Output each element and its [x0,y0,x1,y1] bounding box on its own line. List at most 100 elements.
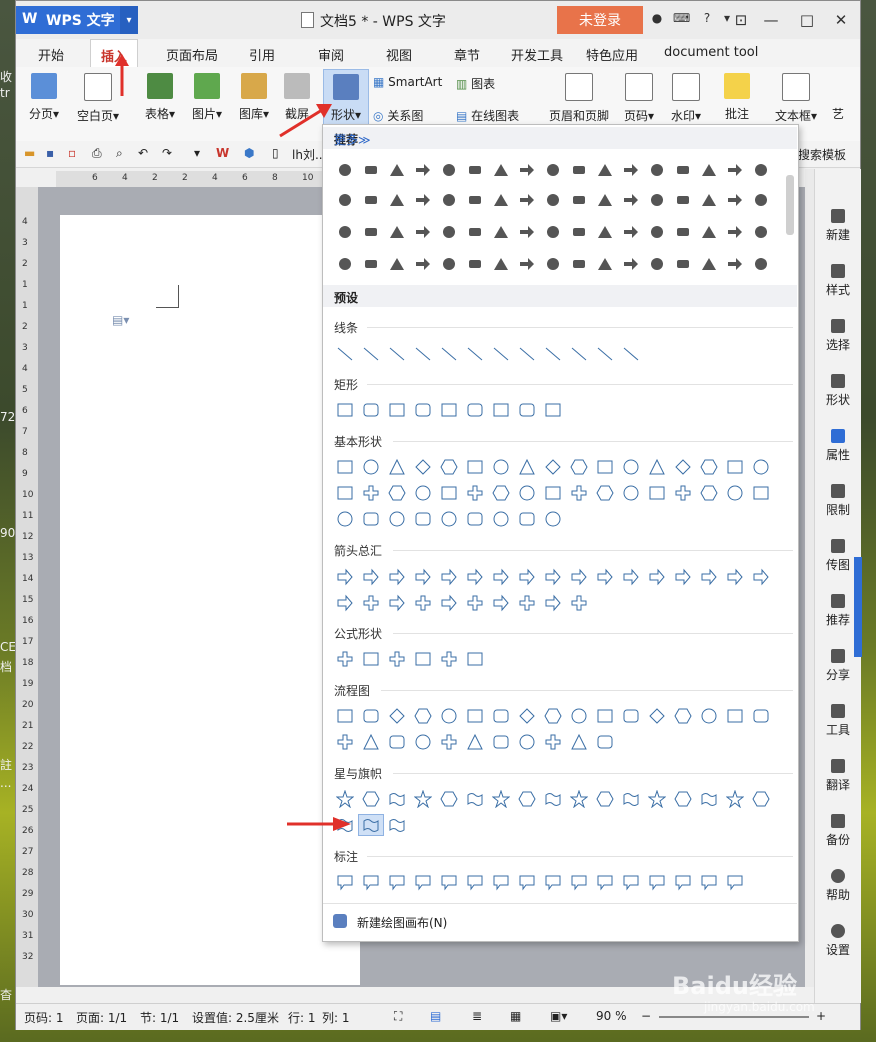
table-button[interactable]: 表格▾ [140,73,180,122]
shape-tri-icon[interactable] [566,731,592,753]
shape-rect-icon[interactable] [332,456,358,478]
shape-fillrect-icon[interactable] [358,159,384,181]
shape-fillarrow-icon[interactable] [722,253,748,275]
shape-circle-icon[interactable] [488,508,514,530]
shape-hex-icon[interactable] [670,705,696,727]
shape-arrow-icon[interactable] [384,592,410,614]
shape-circle-icon[interactable] [410,482,436,504]
shape-dia-icon[interactable] [384,705,410,727]
rp-translate[interactable]: 翻译 [815,759,861,793]
shape-rrect-icon[interactable] [358,508,384,530]
shape-rect-icon[interactable] [410,648,436,670]
redo-icon[interactable]: ↷ [162,146,172,160]
shape-rect-icon[interactable] [462,456,488,478]
search-template-link[interactable]: 搜索模板 [798,146,846,163]
shape-wave-icon[interactable] [696,788,722,810]
shape-tri-icon[interactable] [462,731,488,753]
shape-filltri-icon[interactable] [488,221,514,243]
tab-view[interactable]: 视图 [386,45,412,64]
shape-fill-icon[interactable] [748,159,774,181]
shape-plus-icon[interactable] [462,592,488,614]
shape-fill-icon[interactable] [644,189,670,211]
page-view-icon[interactable]: ▤ [430,1009,441,1023]
shape-circle-icon[interactable] [436,705,462,727]
shape-line-icon[interactable] [566,343,592,365]
shape-arrow-icon[interactable] [436,592,462,614]
shape-hex-icon[interactable] [410,705,436,727]
shape-fillarrow-icon[interactable] [514,159,540,181]
restore-ribbon-icon[interactable]: ⊡ [726,7,756,33]
rp-select[interactable]: 选择 [815,319,861,353]
shape-hex-icon[interactable] [592,788,618,810]
shape-line-icon[interactable] [488,343,514,365]
rp-new[interactable]: 新建 [815,209,861,243]
close-icon[interactable]: ✕ [826,7,856,33]
shape-rrect-icon[interactable] [618,705,644,727]
shape-fill-icon[interactable] [540,221,566,243]
document-page[interactable]: ▤▾ [60,215,360,985]
tab-review[interactable]: 审阅 [318,45,344,64]
shape-arrow-icon[interactable] [384,566,410,588]
shape-arrow-icon[interactable] [696,566,722,588]
shape-hex-icon[interactable] [696,456,722,478]
shape-line-icon[interactable] [410,343,436,365]
shape-fillrect-icon[interactable] [670,253,696,275]
undo-icon[interactable]: ↶ [138,146,148,160]
shape-filltri-icon[interactable] [592,159,618,181]
picture-button[interactable]: 图片▾ [187,73,227,122]
shape-arrow-icon[interactable] [488,566,514,588]
shape-dia-icon[interactable] [644,705,670,727]
art-text-button[interactable]: 艺 [830,73,846,122]
app-menu-button[interactable]: W WPS 文字 ▾ [16,6,138,34]
tab-home[interactable]: 开始 [38,45,64,64]
shape-callout-icon[interactable] [384,871,410,893]
popup-scrollbar[interactable] [786,175,794,235]
shape-rrect-icon[interactable] [488,705,514,727]
shape-wave-icon[interactable] [618,788,644,810]
shape-circle-icon[interactable] [618,482,644,504]
shape-arrow-icon[interactable] [618,566,644,588]
help-icon[interactable]: ? [699,11,715,27]
shape-line-icon[interactable] [332,343,358,365]
watermark-button[interactable]: 水印▾ [666,73,706,124]
rp-settings[interactable]: 设置 [815,924,861,958]
shape-arrow-icon[interactable] [748,566,774,588]
shape-line-icon[interactable] [514,343,540,365]
shape-callout-icon[interactable] [722,871,748,893]
shape-rrect-icon[interactable] [488,731,514,753]
tab-document-tool[interactable]: document tool [664,45,758,60]
shape-fill-icon[interactable] [332,159,358,181]
shape-plus-icon[interactable] [332,648,358,670]
shape-rect-icon[interactable] [332,399,358,421]
shape-line-icon[interactable] [384,343,410,365]
shape-circle-icon[interactable] [384,508,410,530]
shape-fill-icon[interactable] [540,189,566,211]
shape-circle-icon[interactable] [722,482,748,504]
page-number-button[interactable]: 页码▾ [620,73,658,124]
shape-fill-icon[interactable] [436,189,462,211]
online-chart-button[interactable]: ▤ 在线图表 [456,107,519,124]
shape-arrow-icon[interactable] [644,566,670,588]
shape-fill-icon[interactable] [644,253,670,275]
shape-fill-icon[interactable] [644,159,670,181]
shape-arrow-icon[interactable] [592,566,618,588]
shape-hex-icon[interactable] [748,788,774,810]
shape-star-icon[interactable] [566,788,592,810]
shape-fill-icon[interactable] [748,189,774,211]
shape-hex-icon[interactable] [592,482,618,504]
shape-arrow-icon[interactable] [488,592,514,614]
shape-arrow-icon[interactable] [462,566,488,588]
reading-view-icon[interactable]: ▣▾ [550,1009,567,1023]
shape-circle-icon[interactable] [696,705,722,727]
shape-fill-icon[interactable] [436,221,462,243]
shape-rrect-icon[interactable] [514,399,540,421]
chevron-down-icon[interactable]: ▾ [194,146,200,160]
cloud-icon[interactable]: ⬢ [244,146,254,160]
shape-fillarrow-icon[interactable] [722,221,748,243]
shape-hex-icon[interactable] [436,456,462,478]
shape-fillarrow-icon[interactable] [618,189,644,211]
shape-filltri-icon[interactable] [592,221,618,243]
shape-rect-icon[interactable] [592,705,618,727]
shape-fillarrow-icon[interactable] [722,189,748,211]
shape-rect-icon[interactable] [462,648,488,670]
